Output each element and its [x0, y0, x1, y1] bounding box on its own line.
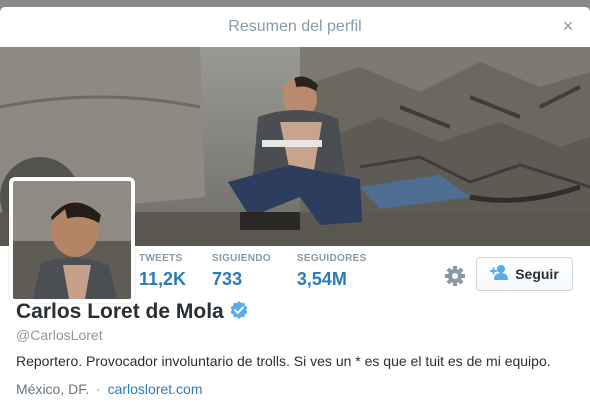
profile-name[interactable]: Carlos Loret de Mola [16, 300, 224, 324]
profile-meta: México, DF. · carlosloret.com [16, 381, 203, 397]
profile-handle[interactable]: @CarlosLoret [16, 327, 103, 343]
profile-stats: TWEETS 11,2K SIGUIENDO 733 SEGUIDORES 3,… [139, 252, 393, 292]
meta-separator: · [96, 381, 101, 397]
profile-name-row: Carlos Loret de Mola [16, 300, 248, 324]
stat-value: 733 [212, 269, 243, 289]
stat-followers[interactable]: SEGUIDORES 3,54M [297, 252, 367, 292]
profile-location: México, DF. [16, 381, 90, 397]
dialog-header: Resumen del perfil × [0, 7, 590, 48]
stat-value: 11,2K [139, 269, 187, 289]
profile-website-link[interactable]: carlosloret.com [108, 381, 203, 397]
gear-icon[interactable] [444, 265, 466, 287]
stat-label: SIGUIENDO [212, 253, 271, 264]
stat-tweets[interactable]: TWEETS 11,2K [139, 252, 186, 292]
avatar[interactable] [9, 177, 135, 303]
dialog-title: Resumen del perfil [228, 18, 362, 35]
stat-label: TWEETS [139, 253, 183, 264]
follow-label: Seguir [515, 266, 559, 282]
profile-summary-dialog: Resumen del perfil × TWEETS 11,2K SIGUIE… [0, 7, 590, 411]
stat-value: 3,54M [296, 269, 347, 289]
follow-button[interactable]: Seguir [476, 257, 573, 291]
verified-badge-icon [224, 300, 248, 324]
stat-following[interactable]: SIGUIENDO 733 [212, 252, 271, 292]
profile-bio: Reportero. Provocador involuntario de tr… [16, 353, 551, 369]
stat-label: SEGUIDORES [296, 253, 367, 264]
close-button[interactable]: × [558, 16, 578, 36]
add-user-icon [490, 264, 510, 285]
